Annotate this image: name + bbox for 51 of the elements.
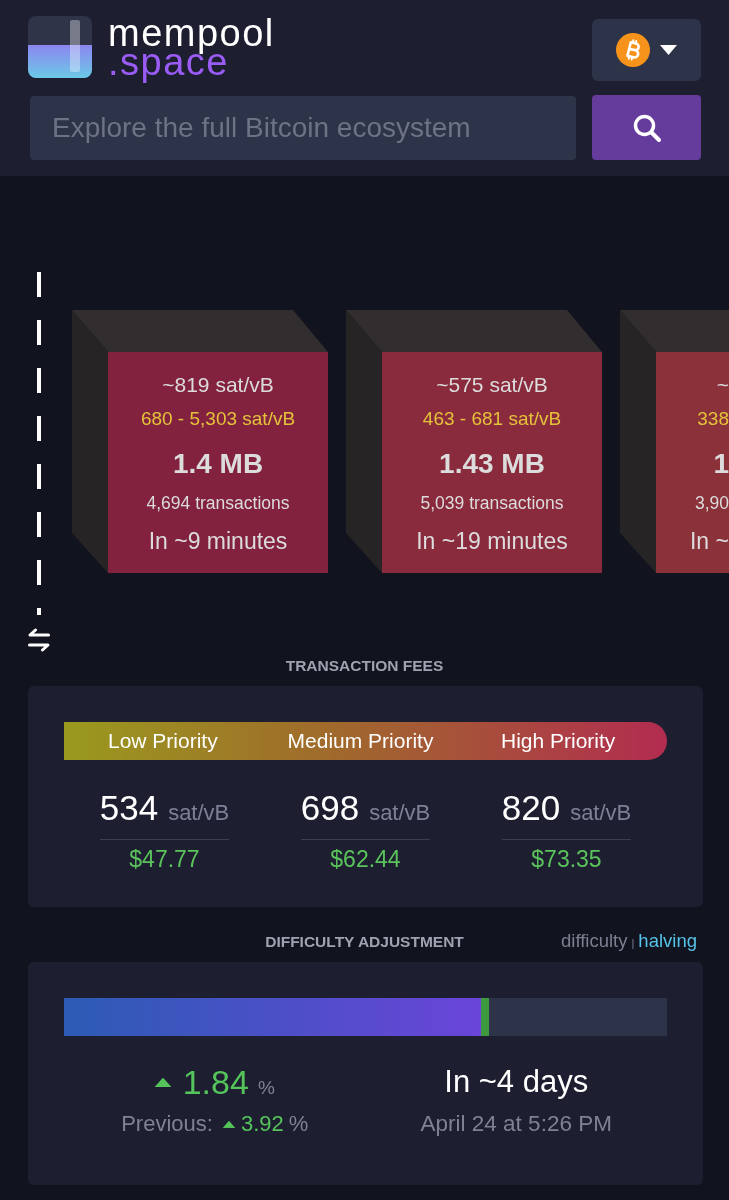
fee-usd-text: $73.35	[531, 845, 602, 874]
fee-range-text: 680 - 5,303 sat/vB	[140, 407, 296, 431]
priority-label: Medium Priority	[286, 728, 435, 754]
block-eta-text: In ~	[690, 527, 729, 556]
transaction-count-text: 4,694 transactions	[146, 492, 290, 515]
transaction-count-text: 5,039 transactions	[420, 492, 564, 515]
fee-rate-text: 534	[99, 788, 159, 828]
fee-rate-text: 698	[300, 788, 360, 828]
search-button[interactable]	[592, 95, 701, 160]
median-fee-text: ~	[716, 372, 729, 398]
network-selector-button[interactable]	[592, 19, 701, 81]
fee-rate-text: 820	[501, 788, 561, 828]
block-size-text: 1.43 MB	[439, 447, 545, 481]
mempool-block[interactable]: ~819 sat/vB 680 - 5,303 sat/vB 1.4 MB 4,694 transactions In ~9 minutes	[72, 310, 328, 573]
section-title: TRANSACTION FEES	[285, 656, 444, 676]
fee-range-text: 463 - 681 sat/vB	[422, 407, 562, 431]
percent-unit-text: %	[257, 1076, 275, 1100]
search-icon	[631, 112, 662, 143]
difficulty-change-value: 1.84	[182, 1062, 249, 1103]
mempool-block[interactable]: ~575 sat/vB 463 - 681 sat/vB 1.43 MB 5,039 transactions In ~19 minutes	[346, 310, 602, 573]
view-toggle-link[interactable]: halving	[638, 930, 697, 952]
transaction-count-text: 3,90	[694, 492, 729, 515]
view-toggle-link[interactable]: difficulty	[561, 930, 628, 952]
fee-unit-text: sat/vB	[369, 799, 431, 827]
up-triangle-icon	[154, 1077, 171, 1087]
median-fee-text: ~575 sat/vB	[436, 372, 548, 398]
fee-usd-text: $62.44	[330, 845, 401, 874]
up-triangle-icon	[222, 1120, 235, 1128]
block-size-text: 1.4 MB	[172, 447, 264, 481]
fee-usd-text: $47.77	[129, 845, 200, 874]
priority-label: High Priority	[500, 728, 617, 754]
toggle-separator: |	[631, 937, 635, 949]
logo-icon[interactable]	[28, 16, 92, 78]
fee-unit-text: sat/vB	[570, 799, 632, 827]
mempool-block[interactable]: ~ 338 1 3,90 In ~	[620, 310, 729, 573]
percent-unit-text: %	[288, 1110, 309, 1138]
previous-label: Previous:	[121, 1110, 213, 1138]
caret-down-icon	[660, 45, 677, 55]
block-size-text: 1	[713, 447, 729, 481]
block-eta-text: In ~9 minutes	[148, 527, 288, 556]
fee-range-text: 338	[697, 407, 729, 431]
bitcoin-icon	[616, 33, 650, 67]
section-title: DIFFICULTY ADJUSTMENT	[265, 932, 464, 952]
search-field[interactable]: Explore the full Bitcoin ecosystem	[30, 96, 576, 160]
priority-label: Low Priority	[107, 728, 219, 754]
block-eta-text: In ~19 minutes	[416, 527, 568, 556]
adjustment-eta-text: In ~4 days	[444, 1063, 589, 1101]
adjustment-date-text: April 24 at 5:26 PM	[420, 1110, 612, 1138]
previous-change-value: 3.92	[240, 1110, 284, 1138]
fee-unit-text: sat/vB	[168, 799, 230, 827]
median-fee-text: ~819 sat/vB	[162, 372, 274, 398]
